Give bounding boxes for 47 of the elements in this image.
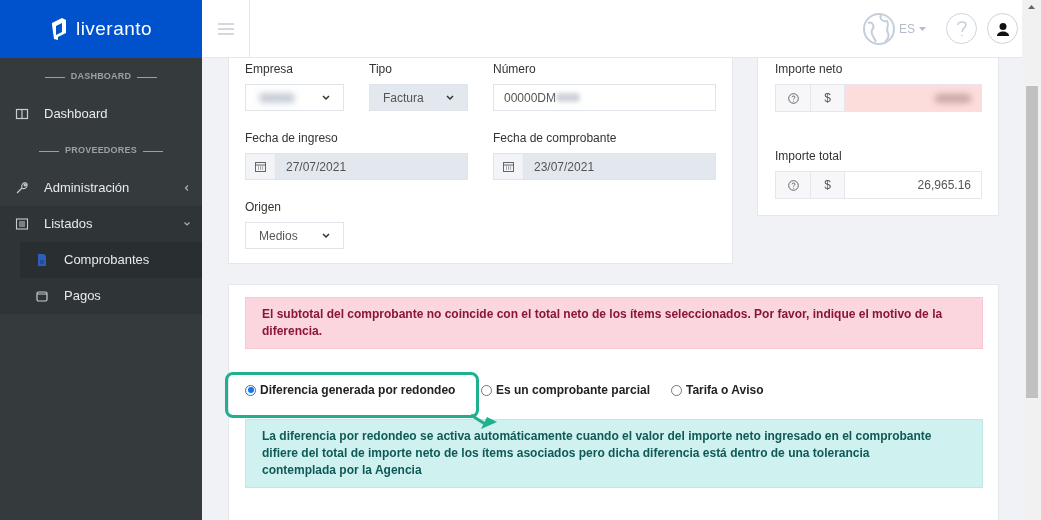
document-icon xyxy=(35,253,49,267)
sidebar-item[interactable]: Listados xyxy=(0,206,202,242)
radio-label[interactable]: Tarifa o Aviso xyxy=(686,381,764,399)
scroll-up-arrow-icon[interactable] xyxy=(1028,5,1035,9)
field-label: Importe total xyxy=(775,149,843,163)
columns-icon xyxy=(15,107,29,121)
sidebar-subitem[interactable]: Comprobantes xyxy=(20,242,202,278)
help-icon xyxy=(787,92,799,104)
sidebar-subitem[interactable]: Pagos xyxy=(20,278,202,314)
field-label: Importe neto xyxy=(775,62,844,76)
field-label: Tipo xyxy=(369,62,393,76)
logo-icon xyxy=(49,17,68,41)
field-label: Origen xyxy=(245,200,283,214)
brand-name: liveranto xyxy=(75,16,153,41)
calendar-icon xyxy=(255,161,266,172)
amount-field[interactable]: $ xyxy=(775,84,982,112)
radio-label[interactable]: Es un comprobante parcial xyxy=(496,381,651,399)
select-field[interactable] xyxy=(245,84,344,111)
sidebar-item[interactable]: Dashboard xyxy=(0,96,202,132)
help-icon xyxy=(787,179,799,191)
field-label: Fecha de ingreso xyxy=(245,131,339,145)
wrench-icon xyxy=(15,181,29,195)
field-label: Empresa xyxy=(245,62,295,76)
text-field[interactable]: 00000DM xyxy=(493,84,716,111)
info-alert: La diferencia por redondeo se activa automáticamente cuando el valor del importe neto ingresado en el comprobante difiere del total de importe neto de los ítems asociados pero dicha diferencia está dentro de una tolerancia contemplada por la Agencia xyxy=(245,419,983,488)
menu-icon xyxy=(217,22,234,35)
chevron-icon xyxy=(322,232,330,239)
user-icon xyxy=(995,21,1010,36)
currency-label: $ xyxy=(811,172,845,198)
field-label: Fecha de comprobante xyxy=(493,131,618,145)
radio-label[interactable]: Diferencia generada por redondeo xyxy=(260,381,456,399)
question-mark-icon xyxy=(955,19,968,38)
section-heading: DASHBOARD xyxy=(70,70,132,84)
section-heading: PROVEEDORES xyxy=(65,144,137,158)
amount-field[interactable]: $ 26,965.16 xyxy=(775,171,982,199)
warning-alert: El subtotal del comprobante no coincide con el total neto de los ítems seleccionados. Por favor, indique el motivo de la diferencia. xyxy=(245,297,983,349)
scrollbar-thumb[interactable] xyxy=(1025,86,1038,398)
currency-label: $ xyxy=(811,85,845,111)
caret-icon xyxy=(919,26,926,31)
select-field[interactable]: Medios xyxy=(245,222,344,249)
wallet-icon xyxy=(35,289,49,303)
list-icon xyxy=(15,217,29,231)
chevron-icon xyxy=(446,94,454,101)
chevron-icon xyxy=(322,94,330,101)
calendar-icon xyxy=(503,161,514,172)
field-label: Número xyxy=(493,62,537,76)
sidebar-item[interactable]: Administración xyxy=(0,170,202,206)
